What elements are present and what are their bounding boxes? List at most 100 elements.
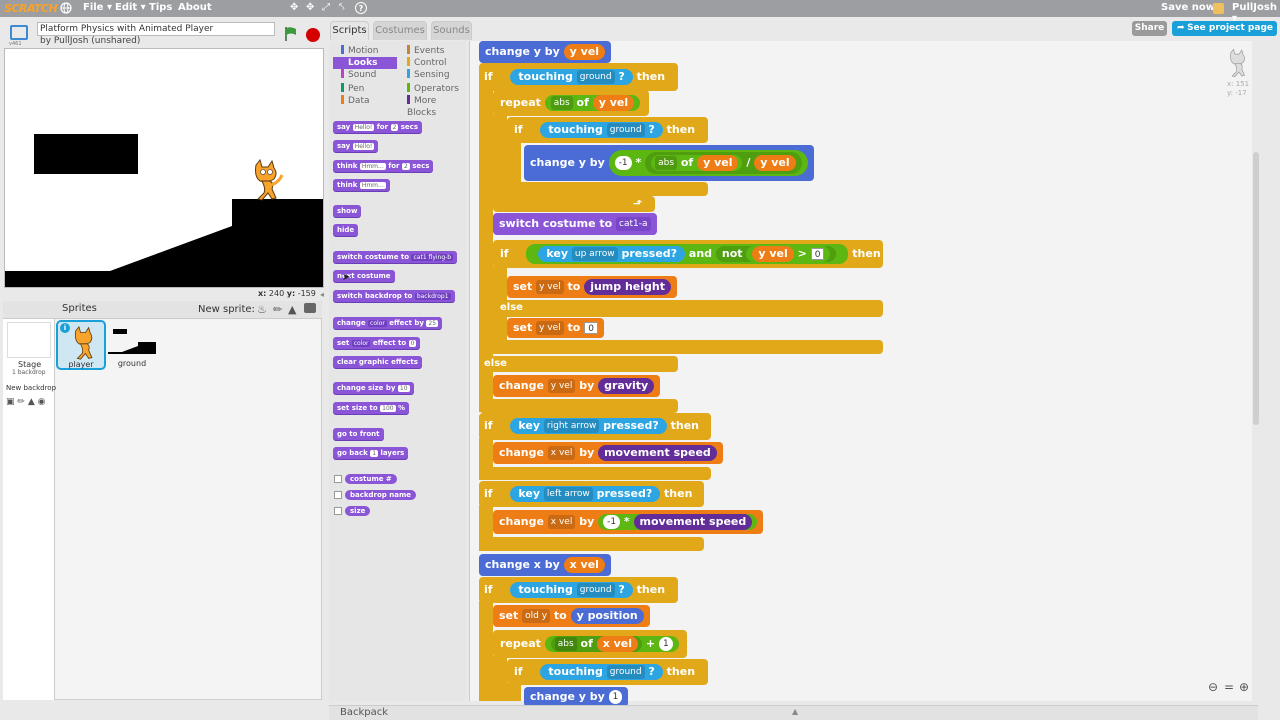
- category-sound[interactable]: Sound: [333, 69, 397, 81]
- palette-clear-effects[interactable]: clear graphic effects: [333, 356, 422, 368]
- if-key-left-label: if key left arrow pressed? then: [484, 486, 693, 502]
- edit-menu[interactable]: Edit ▾: [115, 2, 146, 13]
- camera-icon[interactable]: [304, 303, 316, 313]
- palette-say[interactable]: say Hello!: [333, 140, 379, 152]
- mouse-cursor: ➤: [342, 272, 351, 283]
- project-title-field[interactable]: Platform Physics with Animated Player: [37, 22, 275, 36]
- tips-menu[interactable]: Tips: [149, 2, 172, 13]
- palette-hide[interactable]: hide: [333, 224, 359, 236]
- about-menu[interactable]: About: [178, 2, 212, 13]
- backdrop-name-checkbox[interactable]: [334, 491, 342, 499]
- category-more-blocks[interactable]: More Blocks: [399, 95, 465, 118]
- scratch-logo[interactable]: SCRATCH: [4, 2, 58, 15]
- save-now-link[interactable]: Save now: [1161, 2, 1215, 13]
- category-operators[interactable]: Operators: [399, 83, 465, 95]
- ground-thumbnail: [108, 329, 156, 354]
- delete-icon[interactable]: ✥: [306, 2, 314, 13]
- change-yvel-by-gravity-block[interactable]: change y vel by gravity: [493, 375, 661, 397]
- file-menu[interactable]: File ▾: [83, 2, 112, 13]
- stage-collapse-arrow[interactable]: ◂: [320, 290, 324, 299]
- grow-icon[interactable]: ⤢: [322, 2, 330, 13]
- category-data[interactable]: Data: [333, 95, 397, 107]
- upload-backdrop-icon[interactable]: ▲: [28, 397, 35, 407]
- shrink-icon[interactable]: ⤣: [339, 2, 345, 13]
- palette-go-back[interactable]: go back 1 layers: [333, 447, 409, 459]
- palette-change-size[interactable]: change size by 10: [333, 382, 414, 394]
- palette-size[interactable]: size: [345, 506, 371, 516]
- sprite-tile-player[interactable]: i player: [56, 320, 106, 370]
- change-y-by-expression-block[interactable]: change y by -1 * abs of y vel / y vel: [524, 145, 814, 181]
- category-looks[interactable]: Looks: [333, 57, 397, 69]
- set-yvel-to-0-block[interactable]: set y vel to 0: [507, 318, 604, 338]
- backdrop-library-icon[interactable]: ▣: [6, 397, 15, 407]
- share-button[interactable]: Share: [1132, 21, 1167, 36]
- palette-show[interactable]: show: [333, 205, 362, 217]
- current-sprite-icon: [1224, 48, 1250, 82]
- palette-backdrop-name[interactable]: backdrop name: [345, 490, 417, 500]
- globe-icon[interactable]: [60, 1, 72, 18]
- palette-say-for-secs[interactable]: say Hello! for 2 secs: [333, 121, 422, 133]
- switch-costume-cat1a-block[interactable]: switch costume to cat1-a: [493, 213, 657, 235]
- category-sensing[interactable]: Sensing: [399, 69, 465, 81]
- category-control[interactable]: Control: [399, 57, 465, 69]
- top-menu-bar: SCRATCH File ▾ Edit ▾ Tips About ✥ ✥ ⤢ ⤣…: [0, 0, 1280, 24]
- palette-set-effect[interactable]: set color effect to 0: [333, 337, 421, 349]
- stage-column: [3, 319, 55, 700]
- palette-costume-number[interactable]: costume #: [345, 474, 397, 484]
- backpack-bar[interactable]: Backpack ▲: [329, 705, 1258, 720]
- player-thumbnail: [74, 326, 93, 360]
- zoom-out-icon[interactable]: ⊖: [1208, 680, 1218, 694]
- stop-icon[interactable]: [306, 28, 320, 42]
- if-touching-ground-2-arm: [479, 601, 493, 701]
- palette-switch-costume[interactable]: switch costume to cat1 flying-b: [333, 251, 458, 263]
- size-checkbox[interactable]: [334, 507, 342, 515]
- palette-set-size[interactable]: set size to 100 %: [333, 402, 410, 414]
- category-events[interactable]: Events: [399, 45, 465, 57]
- backdrop-camera-icon[interactable]: ◉: [38, 397, 46, 407]
- zoom-reset-icon[interactable]: =: [1224, 680, 1234, 694]
- sprite-tile-ground[interactable]: ground: [108, 322, 158, 370]
- folder-icon[interactable]: [1213, 3, 1224, 14]
- stage-thumbnail[interactable]: [7, 322, 51, 358]
- inner-if-2-arm: [507, 683, 521, 701]
- repeat-arm: [493, 114, 507, 208]
- duplicate-icon[interactable]: ✥: [290, 2, 298, 13]
- player-sprite[interactable]: [246, 158, 284, 205]
- green-flag-icon[interactable]: [284, 26, 298, 46]
- palette-go-front[interactable]: go to front: [333, 428, 384, 440]
- tab-scripts[interactable]: Scripts: [330, 21, 369, 40]
- costume-number-checkbox[interactable]: [334, 475, 342, 483]
- scripts-scrollbar-thumb[interactable]: [1253, 152, 1259, 425]
- mouse-x-value: 240: [268, 289, 285, 298]
- change-y-by-1-block[interactable]: change y by 1: [524, 687, 629, 707]
- see-project-page-button[interactable]: ➦ See project page: [1172, 21, 1277, 36]
- zoom-in-icon[interactable]: ⊕: [1239, 680, 1249, 694]
- change-xvel-by-speed-block[interactable]: change x vel by movement speed: [493, 442, 723, 464]
- upload-sprite-icon[interactable]: ▲: [288, 303, 296, 316]
- palette-think-for-secs[interactable]: think Hmm... for 2 secs: [333, 160, 434, 172]
- change-y-by-yvel-block[interactable]: change y by y vel: [479, 41, 612, 63]
- paint-backdrop-icon[interactable]: ✏: [17, 397, 25, 407]
- mouse-y-value: -159: [297, 289, 316, 298]
- palette-switch-backdrop[interactable]: switch backdrop to backdrop1: [333, 290, 455, 302]
- category-pen[interactable]: Pen: [333, 83, 397, 95]
- help-icon[interactable]: ?: [355, 2, 367, 14]
- sprite-library-icon[interactable]: ♨: [257, 303, 267, 316]
- sprite-y-readout: y: -17: [1227, 89, 1247, 97]
- stage[interactable]: [4, 48, 324, 288]
- change-x-by-xvel-block[interactable]: change x by x vel: [479, 554, 611, 576]
- backpack-expand-icon[interactable]: ▲: [792, 707, 798, 716]
- tab-costumes[interactable]: Costumes: [373, 21, 427, 40]
- repeat-abs-xvel-label: repeat abs of x vel + 1: [500, 633, 679, 655]
- presentation-mode-icon[interactable]: [10, 25, 28, 40]
- set-oldy-to-ypos-block[interactable]: set old y to y position: [493, 605, 650, 627]
- change-xvel-by-neg-speed-block[interactable]: change x vel by -1 * movement speed: [493, 510, 764, 534]
- inner-if-end: [507, 182, 708, 196]
- if-touching-ground-3-label: if touching ground ? then: [514, 664, 696, 680]
- set-yvel-to-jump-height-block[interactable]: set y vel to jump height: [507, 276, 677, 298]
- category-motion[interactable]: Motion: [333, 45, 397, 57]
- palette-change-effect[interactable]: change color effect by 25: [333, 317, 443, 329]
- tab-sounds[interactable]: Sounds: [431, 21, 472, 40]
- palette-think[interactable]: think Hmm...: [333, 179, 390, 191]
- paint-sprite-icon[interactable]: ✏: [273, 303, 282, 316]
